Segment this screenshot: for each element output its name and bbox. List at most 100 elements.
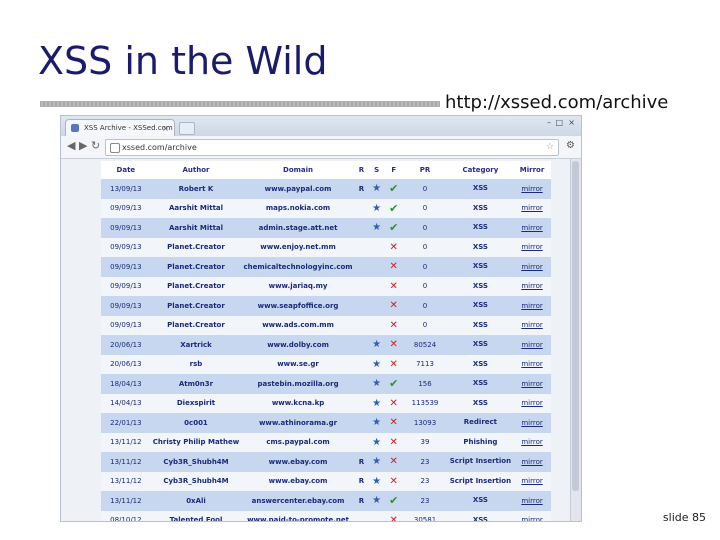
r-flag-cell: [354, 276, 369, 296]
mirror-link[interactable]: mirror: [513, 179, 551, 199]
r-flag-cell: R: [354, 471, 369, 491]
wrench-menu-icon[interactable]: ⚙: [566, 140, 575, 151]
author-link[interactable]: Xartrick: [150, 335, 242, 355]
date-cell: 09/09/13: [101, 237, 151, 257]
mirror-link[interactable]: mirror: [513, 257, 551, 277]
column-header-category[interactable]: Category: [447, 161, 514, 179]
author-link[interactable]: Diexspirit: [150, 393, 242, 413]
cross-icon: ✕: [389, 241, 398, 253]
author-link[interactable]: Planet.Creator: [150, 237, 242, 257]
author-link[interactable]: Christy Philip Mathew: [150, 432, 242, 452]
page-icon: [110, 143, 120, 153]
table-row: 14/04/13 Diexspirit www.kcna.kp ★ ✕ 113539 XSS…: [101, 393, 551, 413]
table-row: 09/09/13 Planet.Creator www.seapfoffice.or…: [101, 296, 551, 316]
author-link[interactable]: Talented Fool: [150, 510, 242, 521]
author-link[interactable]: Cyb3R_Shubh4M: [150, 471, 242, 491]
author-link[interactable]: Aarshit Mittal: [150, 218, 242, 238]
mirror-link[interactable]: mirror: [513, 198, 551, 218]
pagerank-cell: 0: [402, 296, 448, 316]
mirror-link[interactable]: mirror: [513, 296, 551, 316]
author-link[interactable]: rsb: [150, 354, 242, 374]
f-status-cell: ✔: [385, 198, 403, 218]
date-cell: 13/09/13: [101, 179, 151, 199]
minimize-icon[interactable]: –: [547, 118, 551, 127]
f-status-cell: ✕: [385, 257, 403, 277]
s-status-cell: ★: [368, 198, 386, 218]
category-cell: XSS: [447, 393, 514, 413]
r-flag-cell: [354, 510, 369, 521]
column-header-author[interactable]: Author: [150, 161, 242, 179]
cross-icon: ✕: [389, 319, 398, 331]
vertical-scrollbar[interactable]: [570, 159, 581, 521]
new-tab-button[interactable]: [179, 122, 195, 135]
address-bar[interactable]: xssed.com/archive ☆: [105, 139, 559, 156]
check-icon: ✔: [389, 201, 399, 215]
mirror-link[interactable]: mirror: [513, 218, 551, 238]
title-divider: [40, 101, 440, 107]
mirror-link[interactable]: mirror: [513, 471, 551, 491]
mirror-link[interactable]: mirror: [513, 510, 551, 521]
column-header-pr[interactable]: PR: [402, 161, 448, 179]
pagerank-cell: 7113: [402, 354, 448, 374]
mirror-link[interactable]: mirror: [513, 315, 551, 335]
pagerank-cell: 39: [402, 432, 448, 452]
s-status-cell: [368, 237, 386, 257]
maximize-icon[interactable]: □: [555, 118, 563, 127]
author-link[interactable]: Cyb3R_Shubh4M: [150, 452, 242, 472]
s-status-cell: [368, 296, 386, 316]
reload-icon[interactable]: ↻: [91, 140, 100, 152]
scrollbar-thumb[interactable]: [572, 161, 579, 491]
table-row: 13/09/13 Robert Kwww.paypal.com R ★ ✔ 0 XSS mir…: [101, 179, 551, 199]
author-link[interactable]: Planet.Creator: [150, 315, 242, 335]
back-icon[interactable]: ◀: [67, 140, 75, 152]
browser-tab[interactable]: XSS Archive - XSSed.com ×: [65, 119, 175, 136]
table-row: 13/11/12 Cyb3R_Shubh4M www.ebay.com R ★ ✕ 23 Sc…: [101, 452, 551, 472]
s-status-cell: ★: [368, 491, 386, 511]
mirror-link[interactable]: mirror: [513, 237, 551, 257]
f-status-cell: ✕: [385, 335, 403, 355]
category-cell: XSS: [447, 335, 514, 355]
author-link[interactable]: Robert K: [150, 179, 242, 199]
author-link[interactable]: Planet.Creator: [150, 296, 242, 316]
cross-icon: ✕: [389, 475, 398, 487]
column-header-date[interactable]: Date: [101, 161, 151, 179]
f-status-cell: ✕: [385, 296, 403, 316]
author-link[interactable]: Planet.Creator: [150, 257, 242, 277]
author-link[interactable]: Atm0n3r: [150, 374, 242, 394]
check-icon: ✔: [389, 182, 399, 196]
mirror-link[interactable]: mirror: [513, 276, 551, 296]
mirror-link[interactable]: mirror: [513, 491, 551, 511]
mirror-link[interactable]: mirror: [513, 354, 551, 374]
author-link[interactable]: Aarshit Mittal: [150, 198, 242, 218]
close-window-icon[interactable]: ×: [568, 118, 575, 127]
f-status-cell: ✔: [385, 374, 403, 394]
category-cell: Script Insertion: [447, 452, 514, 472]
date-cell: 13/11/12: [101, 471, 151, 491]
browser-tab-bar: XSS Archive - XSSed.com × – □ ×: [61, 116, 581, 136]
column-header-domain[interactable]: Domain: [241, 161, 355, 179]
mirror-link[interactable]: mirror: [513, 413, 551, 433]
mirror-link[interactable]: mirror: [513, 374, 551, 394]
author-link[interactable]: 0xAli: [150, 491, 242, 511]
category-cell: XSS: [447, 491, 514, 511]
mirror-link[interactable]: mirror: [513, 335, 551, 355]
star-icon: ★: [372, 495, 382, 507]
domain-cell: www.athinorama.gr: [241, 413, 355, 433]
date-cell: 18/04/13: [101, 374, 151, 394]
check-icon: ✔: [389, 494, 399, 508]
author-link[interactable]: 0c001: [150, 413, 242, 433]
star-icon: ★: [372, 475, 382, 487]
bookmark-star-icon[interactable]: ☆: [546, 140, 554, 155]
domain-cell: www.seapfoffice.org: [241, 296, 355, 316]
close-tab-icon[interactable]: ×: [162, 120, 169, 137]
mirror-link[interactable]: mirror: [513, 432, 551, 452]
mirror-link[interactable]: mirror: [513, 393, 551, 413]
forward-icon[interactable]: ▶: [79, 140, 87, 152]
r-flag-cell: [354, 315, 369, 335]
mirror-link[interactable]: mirror: [513, 452, 551, 472]
date-cell: 09/09/13: [101, 257, 151, 277]
pagerank-cell: 0: [402, 198, 448, 218]
date-cell: 09/09/13: [101, 276, 151, 296]
author-link[interactable]: Planet.Creator: [150, 276, 242, 296]
pagerank-cell: 0: [402, 315, 448, 335]
